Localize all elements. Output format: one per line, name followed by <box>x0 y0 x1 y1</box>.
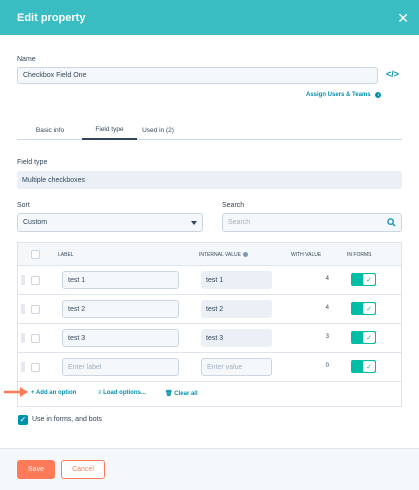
use-in-forms-checkbox[interactable]: ✓ <box>18 415 28 425</box>
in-forms-toggle[interactable]: ✓ <box>351 302 376 315</box>
arrow-pointer-icon <box>4 387 28 397</box>
option-label-input[interactable]: test 3 <box>62 329 179 347</box>
header-in-forms: IN FORMS <box>347 251 372 258</box>
search-input[interactable]: Search <box>222 213 402 232</box>
modal-header: Edit property ✕ <box>0 0 419 35</box>
options-table: LABEL INTERNAL VALUE WITH VALUE IN FORMS… <box>17 242 402 407</box>
save-button[interactable]: Save <box>17 460 55 479</box>
in-forms-toggle[interactable]: ✓ <box>351 273 376 286</box>
info-icon <box>242 252 248 257</box>
assign-users-label: Assign Users & Teams <box>306 92 371 98</box>
add-option-button[interactable]: + Add an option <box>31 390 76 396</box>
trash-icon: 🗑 <box>165 391 175 397</box>
name-input[interactable]: Checkbox Field One <box>17 67 378 84</box>
load-options-label: Load options... <box>103 390 146 396</box>
add-option-label: Add an option <box>35 390 77 396</box>
clear-all-button[interactable]: 🗑 Clear all <box>165 390 198 397</box>
search-label: Search <box>222 202 245 209</box>
row-checkbox[interactable] <box>31 276 40 285</box>
with-value-count: 4 <box>325 305 329 311</box>
search-placeholder: Search <box>228 219 251 226</box>
header-internal-value-text: INTERNAL VALUE <box>199 251 241 258</box>
assign-users-link[interactable]: Assign Users & Teams i <box>306 92 382 98</box>
check-icon: ✓ <box>363 332 375 343</box>
drag-handle-icon[interactable] <box>21 362 25 372</box>
header-internal-value: INTERNAL VALUE <box>199 243 248 266</box>
option-label-input[interactable]: test 1 <box>62 271 179 289</box>
table-header: LABEL INTERNAL VALUE WITH VALUE IN FORMS <box>18 243 401 266</box>
load-options-button[interactable]: ≡ Load options... <box>98 390 146 396</box>
clear-all-label: Clear all <box>174 391 198 397</box>
modal-footer: Save Cancel <box>0 448 419 490</box>
with-value-count: 3 <box>325 334 329 340</box>
in-forms-toggle[interactable]: ✓ <box>351 360 376 373</box>
new-option-value-input[interactable]: Enter value <box>201 358 272 376</box>
code-icon[interactable]: </> <box>386 69 399 79</box>
row-checkbox[interactable] <box>31 305 40 314</box>
drag-handle-icon[interactable] <box>21 304 25 314</box>
tab-basic-info[interactable]: Basic info <box>25 120 75 140</box>
use-in-forms-label: Use in forms, and bots <box>32 416 103 423</box>
option-label-input[interactable]: test 2 <box>62 300 179 318</box>
with-value-count: 0 <box>325 363 329 369</box>
search-icon[interactable] <box>387 218 396 227</box>
table-actions: + Add an option ≡ Load options... 🗑 Clea… <box>18 382 401 406</box>
tab-bar: Basic info Field type Used in (2) <box>17 120 402 140</box>
field-type-value[interactable]: Multiple checkboxes <box>17 171 402 189</box>
check-icon: ✓ <box>363 361 375 372</box>
table-row: test 1 test 1 4 ✓ <box>18 266 401 295</box>
modal-title: Edit property <box>17 11 86 24</box>
chevron-down-icon <box>191 220 197 225</box>
tab-field-type[interactable]: Field type <box>82 120 137 140</box>
sort-select[interactable]: Custom <box>17 213 203 232</box>
new-option-label-input[interactable]: Enter label <box>62 358 179 376</box>
tab-used-in[interactable]: Used in (2) <box>139 120 177 140</box>
with-value-count: 4 <box>325 276 329 282</box>
header-label: LABEL <box>58 251 74 258</box>
check-icon: ✓ <box>363 303 375 314</box>
sort-label: Sort <box>17 202 30 209</box>
row-checkbox[interactable] <box>31 363 40 372</box>
option-internal-value[interactable]: test 2 <box>201 300 272 318</box>
option-internal-value[interactable]: test 1 <box>201 271 272 289</box>
name-label: Name <box>17 56 36 63</box>
in-forms-toggle[interactable]: ✓ <box>351 331 376 344</box>
close-icon[interactable]: ✕ <box>397 11 409 25</box>
header-with-value: WITH VALUE <box>291 251 322 258</box>
row-checkbox[interactable] <box>31 334 40 343</box>
info-icon: i <box>375 92 382 98</box>
option-internal-value[interactable]: test 3 <box>201 329 272 347</box>
field-type-label: Field type <box>17 159 48 166</box>
select-all-checkbox[interactable] <box>31 250 40 259</box>
table-row: Enter label Enter value 0 ✓ <box>18 353 401 382</box>
sort-value: Custom <box>23 219 48 226</box>
drag-handle-icon[interactable] <box>21 275 25 285</box>
table-row: test 3 test 3 3 ✓ <box>18 324 401 353</box>
cancel-button[interactable]: Cancel <box>61 460 105 479</box>
drag-handle-icon[interactable] <box>21 333 25 343</box>
table-row: test 2 test 2 4 ✓ <box>18 295 401 324</box>
check-icon: ✓ <box>363 274 375 285</box>
